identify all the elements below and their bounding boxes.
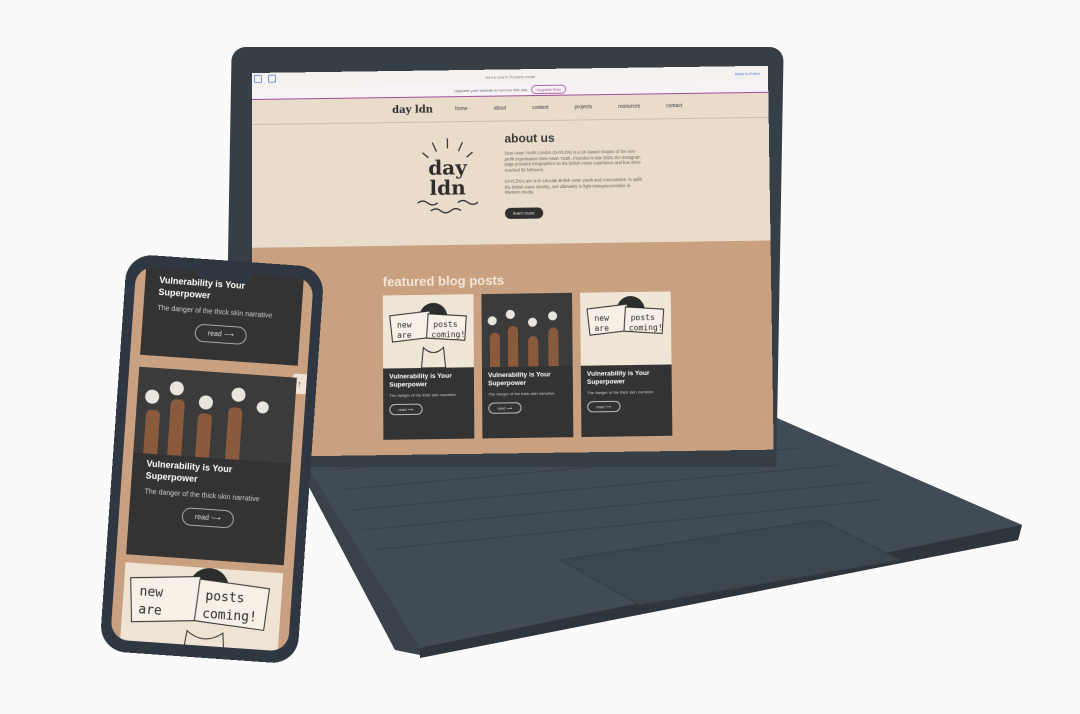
- poster-word-posts: posts: [205, 589, 245, 607]
- new-posts-poster-image: new posts are coming!: [382, 294, 474, 369]
- card-subtitle: The danger of the thick skin narrative: [144, 488, 260, 504]
- dayldn-sun-logo: day ldn: [402, 138, 493, 224]
- nav-projects[interactable]: projects: [575, 104, 593, 110]
- card-subtitle: The danger of the thick skin narrative: [157, 304, 273, 320]
- upgrade-now-button[interactable]: Upgrade Now: [531, 84, 566, 94]
- phone-device: Vulnerability is Your Superpower The dan…: [99, 253, 325, 665]
- upgrade-text: Upgrade your website to remove Wix ads: [454, 86, 528, 93]
- card-title[interactable]: Vulnerability is Your Superpower: [587, 370, 666, 387]
- raised-hands-flowers-image: [133, 366, 297, 464]
- read-button[interactable]: read ⟶: [181, 507, 235, 529]
- blog-card[interactable]: Vulnerability is Your Superpower The dan…: [481, 292, 574, 439]
- arrow-right-icon: ⟶: [605, 403, 612, 410]
- arrow-right-icon: ⟶: [506, 405, 513, 411]
- nav-about[interactable]: about: [494, 105, 507, 111]
- featured-blog-section: featured blog posts new posts are coming…: [252, 240, 774, 458]
- card-subtitle: The danger of the thick skin narrative: [389, 391, 456, 398]
- read-button[interactable]: read ⟶: [194, 323, 248, 346]
- preview-mode-text: You're now in Preview mode: [484, 73, 536, 80]
- phone-poster-card[interactable]: new posts are coming!: [118, 562, 284, 652]
- blog-card[interactable]: new posts are coming! Vulnerability is Y…: [580, 291, 673, 438]
- poster-word-new: new: [397, 320, 412, 329]
- arrow-right-icon: ⟶: [223, 331, 234, 340]
- poster-word-coming: coming!: [431, 330, 465, 340]
- poster-word-are: are: [138, 602, 163, 619]
- blog-card[interactable]: new posts are coming! Vulnerability is Y…: [382, 294, 475, 440]
- nav-contact[interactable]: contact: [666, 103, 682, 109]
- desktop-icon[interactable]: [254, 74, 263, 83]
- svg-text:ldn: ldn: [429, 175, 466, 200]
- featured-title: featured blog posts: [382, 272, 505, 290]
- poster-word-posts: posts: [631, 313, 656, 322]
- poster-word-new: new: [139, 584, 164, 601]
- back-to-editor-link[interactable]: Back to Editor: [735, 70, 760, 75]
- about-title: about us: [504, 130, 555, 146]
- arrow-right-icon: ⟶: [407, 406, 414, 412]
- about-paragraph-1: Desi Asian Youth London (DAYLDN) is a UK…: [504, 148, 641, 173]
- new-posts-poster-image: new posts are coming!: [580, 291, 672, 366]
- read-button[interactable]: read ⟶: [587, 400, 621, 413]
- phone-screen: Vulnerability is Your Superpower The dan…: [110, 266, 314, 652]
- laptop-screen: You're now in Preview mode Back to Edito…: [252, 65, 774, 458]
- phone-blog-card-1[interactable]: Vulnerability is Your Superpower The dan…: [140, 266, 304, 366]
- read-button[interactable]: read ⟶: [488, 402, 522, 414]
- card-title[interactable]: Vulnerability is Your Superpower: [389, 372, 468, 389]
- read-button[interactable]: read ⟶: [389, 403, 423, 416]
- site-logo[interactable]: day ldn: [392, 104, 433, 116]
- arrow-right-icon: ⟶: [210, 515, 222, 523]
- poster-word-are: are: [397, 331, 412, 340]
- card-title[interactable]: Vulnerability is Your Superpower: [145, 457, 276, 490]
- card-subtitle: The danger of the thick skin narrative: [587, 389, 654, 396]
- about-section: day ldn about us Desi Asian Youth London…: [252, 118, 770, 246]
- card-subtitle: The danger of the thick skin narrative: [488, 390, 555, 397]
- card-title[interactable]: Vulnerability is Your Superpower: [488, 371, 567, 388]
- nav-home[interactable]: home: [455, 106, 468, 112]
- poster-word-are: are: [594, 324, 609, 333]
- about-paragraph-2: DAYLDN's aim is to educate British Asian…: [504, 176, 642, 195]
- poster-word-posts: posts: [433, 320, 457, 329]
- poster-word-coming: coming!: [629, 323, 663, 333]
- phone-blog-card-2[interactable]: Vulnerability is Your Superpower The dan…: [126, 366, 297, 566]
- mobile-icon[interactable]: [268, 74, 277, 83]
- poster-word-new: new: [594, 314, 609, 323]
- learn-more-button[interactable]: learn more: [504, 206, 543, 219]
- raised-hands-flowers-image: [481, 292, 573, 368]
- nav-content[interactable]: content: [532, 105, 548, 111]
- nav-resources[interactable]: resources: [618, 104, 640, 110]
